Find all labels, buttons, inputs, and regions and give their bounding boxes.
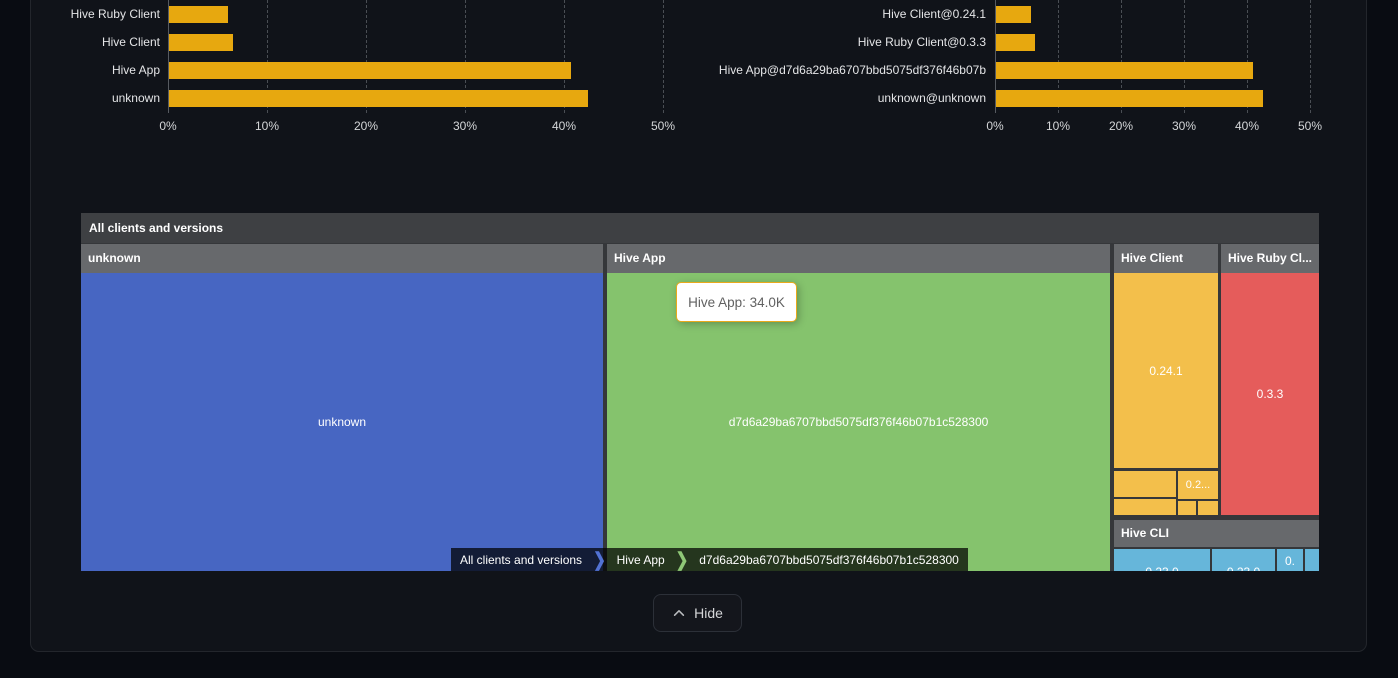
treemap-node-hive-ruby-033[interactable]: 0.3.3 [1221,273,1319,515]
category-label: Hive Client@0.24.1 [698,6,986,23]
treemap-node-hive-client-minor-4[interactable] [1178,501,1196,515]
treemap-section-header-hive-app[interactable]: Hive App [607,244,1110,273]
x-tick-label: 30% [1154,119,1214,133]
treemap-node-hive-client-minor-2-label: 0.2... [1186,479,1210,491]
treemap-node-hive-ruby-033-label: 0.3.3 [1257,387,1284,401]
treemap-section-header-hive-client[interactable]: Hive Client [1114,244,1218,273]
bar[interactable] [169,62,571,79]
bar-chart-clients: 0% 10% 20% 30% 40% 50% Hive Ruby Client Hive Cl… [0,0,700,140]
category-label: Hive Ruby Client@0.3.3 [698,34,986,51]
x-tick-label: 50% [633,119,693,133]
treemap-node-hive-client-minor-2[interactable]: 0.2... [1178,471,1218,499]
treemap-clients-versions: All clients and versions unknown unknown… [81,213,1319,571]
chevron-right-icon: ❯ [674,545,691,571]
x-tick-label: 40% [1217,119,1277,133]
category-label: Hive App [10,62,160,79]
breadcrumb-item-root[interactable]: All clients and versions [451,548,591,571]
treemap-section-header-hive-cli[interactable]: Hive CLI [1114,520,1319,547]
chevron-up-icon [672,606,686,620]
breadcrumb-item-hive-app[interactable]: Hive App [608,548,674,571]
treemap-node-unknown-label: unknown [318,415,366,429]
x-gridline [663,0,664,113]
bar[interactable] [169,90,588,107]
x-tick-label: 20% [336,119,396,133]
treemap-breadcrumb: All clients and versions ❯ Hive App ❯ d7… [451,548,968,571]
treemap-node-unknown[interactable]: unknown [81,273,603,571]
category-label: unknown@unknown [698,90,986,107]
bar[interactable] [996,90,1263,107]
bar-chart-client-versions: 0%10%20%30%40%50% Hive Client@0.24.1 Hive … [698,0,1398,140]
x-tick-label: 10% [237,119,297,133]
chevron-right-icon: ❯ [591,545,608,571]
treemap-node-hive-cli-1[interactable]: 0.23.0 [1114,549,1210,571]
treemap-node-hive-client-0241[interactable]: 0.24.1 [1114,273,1218,468]
bar[interactable] [996,6,1031,23]
category-label: unknown [10,90,160,107]
treemap-tooltip: Hive App: 34.0K [676,282,797,322]
x-tick-label: 10% [1028,119,1088,133]
treemap-node-hive-cli-1-label: 0.23.0 [1145,565,1178,571]
treemap-node-hive-client-minor-5[interactable] [1198,501,1218,515]
breadcrumb-item-version-hash[interactable]: d7d6a29ba6707bbd5075df376f46b07b1c528300 [690,548,968,571]
bar[interactable] [169,34,233,51]
category-label: Hive Client [10,34,160,51]
x-tick-label: 20% [1091,119,1151,133]
treemap-node-hive-app-version-label: d7d6a29ba6707bbd5075df376f46b07b1c528300 [729,415,989,429]
treemap-tooltip-text: Hive App: 34.0K [688,295,785,310]
treemap-node-hive-cli-2[interactable]: 0.23.0 [1212,549,1275,571]
treemap-node-hive-cli-3-label: 0. [1285,554,1295,568]
hide-button-label: Hide [694,605,723,621]
x-tick-label: 30% [435,119,495,133]
treemap-node-hive-cli-4[interactable] [1305,549,1319,571]
bar[interactable] [996,62,1253,79]
category-label: Hive App@d7d6a29ba6707bbd5075df376f46b07… [698,62,986,79]
bar[interactable] [169,6,228,23]
treemap-node-hive-cli-2-label: 0.23.0 [1227,565,1260,571]
treemap-section-header-hive-ruby-client[interactable]: Hive Ruby Cl... [1221,244,1319,273]
treemap-node-hive-client-minor-3[interactable] [1114,499,1176,515]
bar[interactable] [996,34,1035,51]
treemap-section-header-unknown[interactable]: unknown [81,244,603,273]
x-gridline [1310,0,1311,113]
treemap-node-hive-client-0241-label: 0.24.1 [1149,364,1182,378]
x-tick-label: 0% [138,119,198,133]
hide-button[interactable]: Hide [653,594,742,632]
x-tick-label: 0% [965,119,1025,133]
treemap-node-hive-client-minor-1[interactable] [1114,471,1176,497]
treemap-title[interactable]: All clients and versions [81,213,1319,243]
treemap-node-hive-cli-3[interactable]: 0. [1277,549,1303,571]
category-label: Hive Ruby Client [10,6,160,23]
x-tick-label: 40% [534,119,594,133]
x-tick-label: 50% [1280,119,1340,133]
